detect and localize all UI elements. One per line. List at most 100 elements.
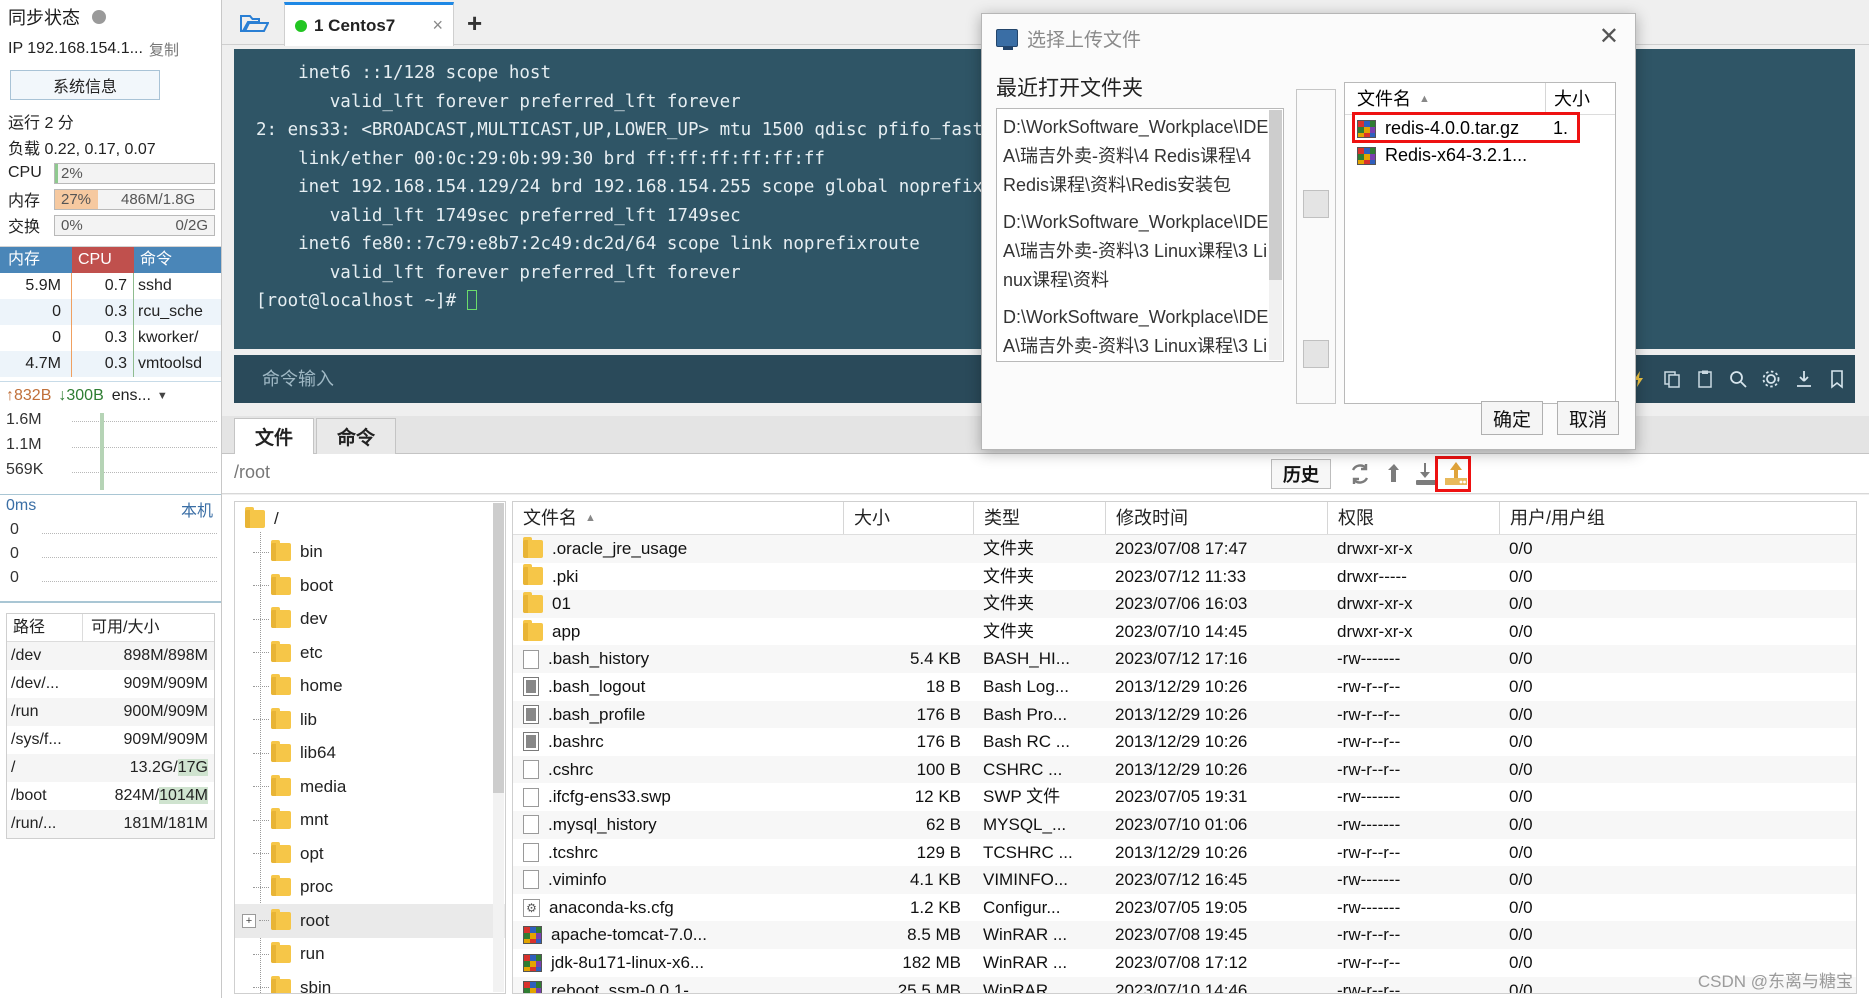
table-row[interactable]: ⚙ anaconda-ks.cfg 1.2 KB Configur... 2023/07…	[513, 894, 1856, 922]
file-size: 1.2 KB	[909, 897, 961, 917]
gear-icon[interactable]	[1759, 367, 1783, 391]
dialog-file-row[interactable]: Redis-x64-3.2.1...	[1345, 142, 1615, 169]
bookmark-icon[interactable]	[1825, 367, 1849, 391]
tree-node-media[interactable]: media	[235, 770, 505, 804]
table-row[interactable]: app 文件夹 2023/07/10 14:45 drwxr-xr-x 0/0	[513, 618, 1856, 646]
disk-row[interactable]: /dev/... 909M/909M	[7, 670, 214, 698]
tree-node-sbin[interactable]: sbin	[235, 971, 505, 993]
current-path[interactable]: /root	[234, 462, 270, 483]
tree-node-opt[interactable]: opt	[235, 837, 505, 871]
file-header-user[interactable]: 用户/用户组	[1499, 502, 1659, 534]
disk-header-path[interactable]: 路径	[7, 614, 83, 641]
tree-node-run[interactable]: run	[235, 938, 505, 972]
upload-arrow-icon[interactable]	[1378, 458, 1410, 490]
file-header-type[interactable]: 类型	[973, 502, 1105, 534]
file-header-size[interactable]: 大小	[843, 502, 973, 534]
tree-node-bin[interactable]: bin	[235, 536, 505, 570]
disk-row[interactable]: /dev 898M/898M	[7, 642, 214, 670]
disk-row[interactable]: / 13.2G/17G	[7, 754, 214, 782]
dialog-header-filename[interactable]: 文件名 ▲	[1345, 83, 1545, 114]
table-row[interactable]: reboot_ssm-0.0.1-... 25.5 MB WinRAR ... 202…	[513, 976, 1856, 993]
tab-centos7[interactable]: 1 Centos7 ×	[284, 2, 454, 46]
tree-node-etc[interactable]: etc	[235, 636, 505, 670]
table-row[interactable]: .bash_profile 176 B Bash Pro... 2013/12/29 …	[513, 700, 1856, 729]
file-header-permissions[interactable]: 权限	[1327, 502, 1499, 534]
middle-panel-button[interactable]	[1303, 190, 1329, 218]
directory-tree[interactable]: / bin boot dev etc home lib lib64 media …	[234, 501, 506, 994]
dialog-header-size[interactable]: 大小	[1545, 83, 1615, 114]
tree-node-label: lib64	[300, 743, 336, 763]
tree-scrollbar[interactable]	[493, 503, 504, 992]
disk-header-size[interactable]: 可用/大小	[83, 614, 214, 641]
recent-folder-item[interactable]: D:\WorkSoftware_Workplace\IDEA\瑞吉外卖-资料\3…	[1003, 208, 1269, 295]
tree-node-dev[interactable]: dev	[235, 603, 505, 637]
open-folder-icon[interactable]	[234, 8, 274, 38]
chevron-down-icon[interactable]: ▼	[157, 390, 168, 402]
process-header-memory[interactable]: 内存	[0, 247, 72, 273]
table-row[interactable]: 01 文件夹 2023/07/06 16:03 drwxr-xr-x 0/0	[513, 590, 1856, 618]
process-row[interactable]: 0 0.3 kworker/	[0, 325, 221, 351]
table-row[interactable]: .bash_history 5.4 KB BASH_HI... 2023/07/12 …	[513, 645, 1856, 673]
table-row[interactable]: .bash_logout 18 B Bash Log... 2013/12/29 10…	[513, 673, 1856, 701]
disk-row[interactable]: /sys/f... 909M/909M	[7, 726, 214, 754]
table-row[interactable]: .pki 文件夹 2023/07/12 11:33 drwxr----- 0/0	[513, 563, 1856, 591]
search-icon[interactable]	[1726, 367, 1750, 391]
tree-node-lib64[interactable]: lib64	[235, 737, 505, 771]
file-modified-time: 2023/07/10 14:45	[1115, 621, 1248, 641]
dialog-file-row[interactable]: redis-4.0.0.tar.gz 1.	[1345, 115, 1615, 142]
file-header-time[interactable]: 修改时间	[1105, 502, 1327, 534]
disk-row[interactable]: /run/... 181M/181M	[7, 810, 214, 838]
table-row[interactable]: apache-tomcat-7.0... 8.5 MB WinRAR ... 2023…	[513, 921, 1856, 949]
process-row[interactable]: 0 0.3 rcu_sche	[0, 299, 221, 325]
table-row[interactable]: .tcshrc 129 B TCSHRC ... 2013/12/29 10:26 -r…	[513, 839, 1856, 867]
tree-node-root[interactable]: /	[235, 502, 505, 536]
new-tab-button[interactable]: +	[467, 8, 482, 39]
recent-folder-item[interactable]: D:\WorkSoftware_Workplace\IDEA\瑞吉外卖-资料\4…	[1003, 113, 1269, 200]
status-sidebar: 同步状态 IP 192.168.154.1... 复制 系统信息 运行 2 分 …	[0, 0, 222, 998]
watermark: CSDN @东离与糖宝	[1697, 972, 1853, 991]
tree-node-lib[interactable]: lib	[235, 703, 505, 737]
history-button[interactable]: 历史	[1271, 459, 1331, 489]
tab-commands[interactable]: 命令	[316, 418, 396, 455]
copy-icon[interactable]	[1660, 367, 1684, 391]
terminal-line: inet 192.168.154.129/24 brd 192.168.154.…	[256, 177, 1005, 197]
file-name: .mysql_history	[548, 814, 657, 834]
table-row[interactable]: .cshrc 100 B CSHRC ... 2013/12/29 10:26 -rw-…	[513, 755, 1856, 784]
recent-folder-item[interactable]: D:\WorkSoftware_Workplace\IDEA\瑞吉外卖-资料\3…	[1003, 303, 1269, 361]
cancel-button[interactable]: 取消	[1557, 401, 1619, 435]
refresh-icon[interactable]	[1344, 458, 1376, 490]
table-row[interactable]: .mysql_history 62 B MYSQL_... 2023/07/10 01…	[513, 810, 1856, 839]
tab-close-icon[interactable]: ×	[432, 15, 443, 36]
copy-ip-button[interactable]: 复制	[149, 39, 179, 60]
download-icon[interactable]	[1792, 367, 1816, 391]
recent-folders-list[interactable]: D:\WorkSoftware_Workplace\IDEA\瑞吉外卖-资料\4…	[996, 108, 1284, 362]
table-row[interactable]: jdk-8u171-linux-x6... 182 MB WinRAR ... 202…	[513, 949, 1856, 977]
system-info-button[interactable]: 系统信息	[10, 70, 160, 100]
tree-node-root-home[interactable]: + root	[235, 904, 505, 938]
close-icon[interactable]: ✕	[1599, 25, 1619, 49]
expand-icon[interactable]: +	[242, 913, 256, 928]
ok-button[interactable]: 确定	[1481, 401, 1543, 435]
process-row[interactable]: 5.9M 0.7 sshd	[0, 273, 221, 299]
process-row[interactable]: 4.7M 0.3 vmtoolsd	[0, 351, 221, 377]
table-row[interactable]: .oracle_jre_usage 文件夹 2023/07/08 17:47 drwx…	[513, 535, 1856, 563]
recent-list-scrollbar[interactable]	[1269, 110, 1282, 360]
file-size	[843, 563, 973, 591]
tab-files[interactable]: 文件	[234, 418, 314, 455]
process-header-cpu[interactable]: CPU	[72, 247, 134, 273]
tree-node-mnt[interactable]: mnt	[235, 804, 505, 838]
middle-panel-button[interactable]	[1303, 340, 1329, 368]
disk-row[interactable]: /boot 824M/1014M	[7, 782, 214, 810]
file-type: SWP 文件	[983, 787, 1061, 807]
table-row[interactable]: .viminfo 4.1 KB VIMINFO... 2023/07/12 16:45…	[513, 866, 1856, 894]
folder-icon	[523, 619, 543, 641]
process-header-command[interactable]: 命令	[134, 247, 221, 273]
table-row[interactable]: .ifcfg-ens33.swp 12 KB SWP 文件 2023/07/05 19…	[513, 783, 1856, 811]
paste-icon[interactable]	[1693, 367, 1717, 391]
tree-node-home[interactable]: home	[235, 670, 505, 704]
file-header-name[interactable]: 文件名 ▲	[513, 502, 843, 534]
tree-node-boot[interactable]: boot	[235, 569, 505, 603]
tree-node-proc[interactable]: proc	[235, 871, 505, 905]
table-row[interactable]: .bashrc 176 B Bash RC ... 2013/12/29 10:26 -…	[513, 728, 1856, 756]
disk-row[interactable]: /run 900M/909M	[7, 698, 214, 726]
